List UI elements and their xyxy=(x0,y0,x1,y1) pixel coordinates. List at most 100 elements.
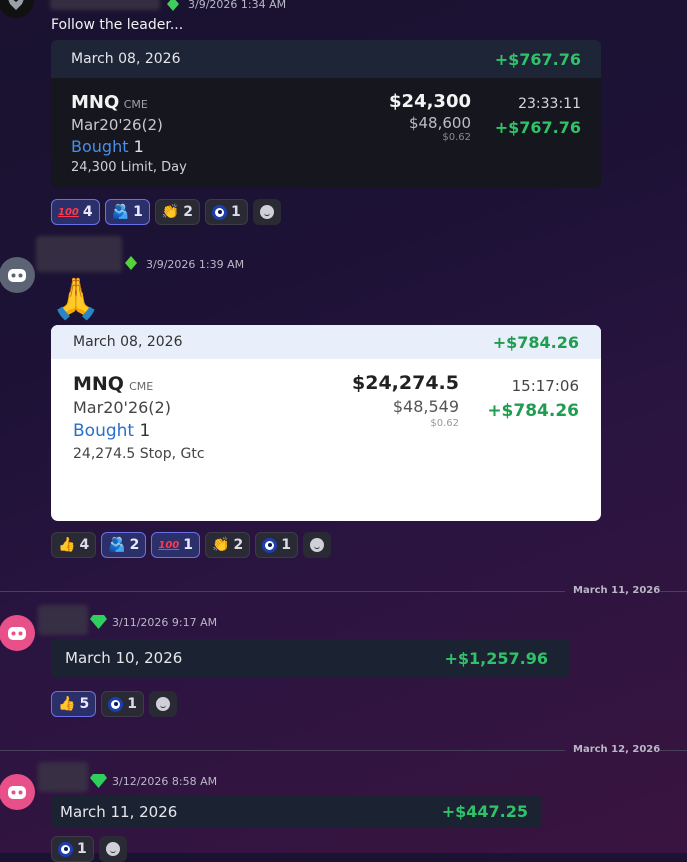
add-reaction-button[interactable] xyxy=(98,836,127,862)
reaction-people-hugging[interactable]: 🫂 2 xyxy=(101,532,147,558)
nazar-amulet-icon xyxy=(262,537,278,553)
smiley-icon xyxy=(309,538,324,552)
trade-card-header: March 11, 2026 +$447.25 xyxy=(51,796,542,827)
trade-card: March 08, 2026 +$767.76 MNQ CME Mar20'26… xyxy=(51,40,601,188)
date-divider: March 12, 2026 xyxy=(573,744,661,755)
reaction-count: 1 xyxy=(127,696,137,712)
reaction-nazar[interactable]: 1 xyxy=(51,836,94,862)
reaction-hundred[interactable]: 100 1 xyxy=(151,532,200,558)
trade-symbol: MNQ xyxy=(71,92,120,113)
reactions-bar: 👍 4 🫂 2 100 1 👏 2 1 xyxy=(51,532,331,558)
fill-price: $24,300 xyxy=(389,91,471,112)
user-avatar[interactable] xyxy=(0,257,35,293)
discord-logo-icon xyxy=(8,786,26,799)
fee-value: $0.62 xyxy=(430,418,459,429)
message-timestamp: 3/9/2026 1:39 AM xyxy=(146,258,245,271)
reaction-nazar[interactable]: 1 xyxy=(205,199,248,225)
reaction-count: 1 xyxy=(183,537,193,553)
reaction-count: 2 xyxy=(129,537,140,553)
order-details: 24,300 Limit, Day xyxy=(71,160,187,175)
add-reaction-button[interactable] xyxy=(302,532,331,558)
nazar-amulet-icon xyxy=(58,841,73,857)
trade-card-header: March 10, 2026 +$1,257.96 xyxy=(51,639,570,677)
message-timestamp: 3/9/2026 1:34 AM xyxy=(188,0,287,11)
date-divider: March 11, 2026 xyxy=(573,585,661,596)
date-divider-line xyxy=(0,591,565,592)
gem-badge-icon xyxy=(90,774,107,788)
folded-hands-emoji: 🙏 xyxy=(51,276,101,322)
order-details: 24,274.5 Stop, Gtc xyxy=(73,446,205,462)
message-timestamp: 3/12/2026 8:58 AM xyxy=(112,775,218,788)
reaction-count: 5 xyxy=(79,696,90,712)
user-avatar[interactable] xyxy=(0,615,35,651)
reaction-hundred[interactable]: 100 4 xyxy=(51,199,100,225)
fill-time: 15:17:06 xyxy=(511,377,579,395)
username-redacted xyxy=(36,236,122,272)
reaction-nazar[interactable]: 1 xyxy=(255,532,298,558)
trade-card-header: March 08, 2026 +$767.76 xyxy=(51,40,601,78)
hundred-points-icon: 100 xyxy=(158,539,180,551)
username-redacted xyxy=(38,605,88,635)
reaction-count: 4 xyxy=(82,204,93,220)
reactions-bar: 👍 5 1 xyxy=(51,691,177,717)
trade-card: March 08, 2026 +$784.26 MNQ CME Mar20'26… xyxy=(51,325,601,521)
trade-symbol: MNQ xyxy=(73,373,124,395)
exchange-label: CME xyxy=(129,380,154,393)
trade-side: Bought xyxy=(73,421,135,441)
reaction-count: 1 xyxy=(133,204,143,220)
people-hugging-icon: 🫂 xyxy=(111,204,130,220)
reaction-count: 2 xyxy=(233,537,244,553)
reaction-clap[interactable]: 👏 2 xyxy=(154,199,200,225)
thumbs-up-icon: 👍 xyxy=(58,537,76,553)
nazar-amulet-icon xyxy=(212,204,227,220)
clapping-hands-icon: 👏 xyxy=(212,537,230,553)
user-avatar[interactable] xyxy=(0,774,35,810)
reaction-thumbs-up[interactable]: 👍 5 xyxy=(51,691,97,717)
discord-logo-icon xyxy=(8,269,26,282)
add-reaction-button[interactable] xyxy=(252,199,281,225)
add-reaction-button[interactable] xyxy=(148,691,177,717)
reaction-people-hugging[interactable]: 🫂 1 xyxy=(104,199,150,225)
discord-logo-icon xyxy=(8,627,26,640)
trade-card-header: March 08, 2026 +$784.26 xyxy=(51,325,601,359)
reaction-count: 1 xyxy=(77,841,87,857)
winged-emblem-icon xyxy=(8,0,24,10)
trade-qty: 1 xyxy=(133,137,144,156)
reaction-thumbs-up[interactable]: 👍 4 xyxy=(51,532,97,558)
people-hugging-icon: 🫂 xyxy=(108,537,126,553)
smiley-icon xyxy=(105,842,120,856)
hundred-points-icon: 100 xyxy=(58,206,79,218)
fill-price: $24,274.5 xyxy=(352,372,459,394)
trade-pnl: +$784.26 xyxy=(487,401,579,421)
reaction-clap[interactable]: 👏 2 xyxy=(205,532,251,558)
trade-side: Bought xyxy=(71,137,129,156)
fee-value: $0.62 xyxy=(442,132,471,143)
trade-date: March 08, 2026 xyxy=(73,334,183,350)
contract-label: Mar20'26(2) xyxy=(71,116,163,134)
trade-date: March 08, 2026 xyxy=(71,51,181,67)
trade-qty: 1 xyxy=(139,421,151,441)
nazar-amulet-icon xyxy=(108,696,124,712)
reaction-count: 1 xyxy=(231,204,241,220)
user-avatar[interactable] xyxy=(0,0,34,18)
reactions-bar: 100 4 🫂 1 👏 2 1 xyxy=(51,199,281,225)
username-redacted xyxy=(50,0,160,10)
message-text: Follow the leader... xyxy=(51,17,184,33)
header-pnl: +$784.26 xyxy=(492,332,579,352)
trade-card: March 11, 2026 +$447.25 xyxy=(51,796,542,827)
fill-time: 23:33:11 xyxy=(518,96,581,112)
date-divider-line xyxy=(0,750,565,751)
reaction-nazar[interactable]: 1 xyxy=(101,691,144,717)
contract-label: Mar20'26(2) xyxy=(73,398,171,417)
header-pnl: +$1,257.96 xyxy=(444,648,549,668)
smiley-icon xyxy=(259,205,274,219)
header-pnl: +$447.25 xyxy=(441,802,528,821)
exchange-label: CME xyxy=(123,98,148,111)
trade-pnl: +$767.76 xyxy=(494,118,581,137)
trade-date: March 10, 2026 xyxy=(65,649,183,667)
gem-badge-icon xyxy=(125,256,137,270)
message-timestamp: 3/11/2026 9:17 AM xyxy=(112,616,218,629)
thumbs-up-icon: 👍 xyxy=(58,696,76,712)
header-pnl: +$767.76 xyxy=(494,49,581,69)
trade-card: March 10, 2026 +$1,257.96 xyxy=(51,639,570,677)
